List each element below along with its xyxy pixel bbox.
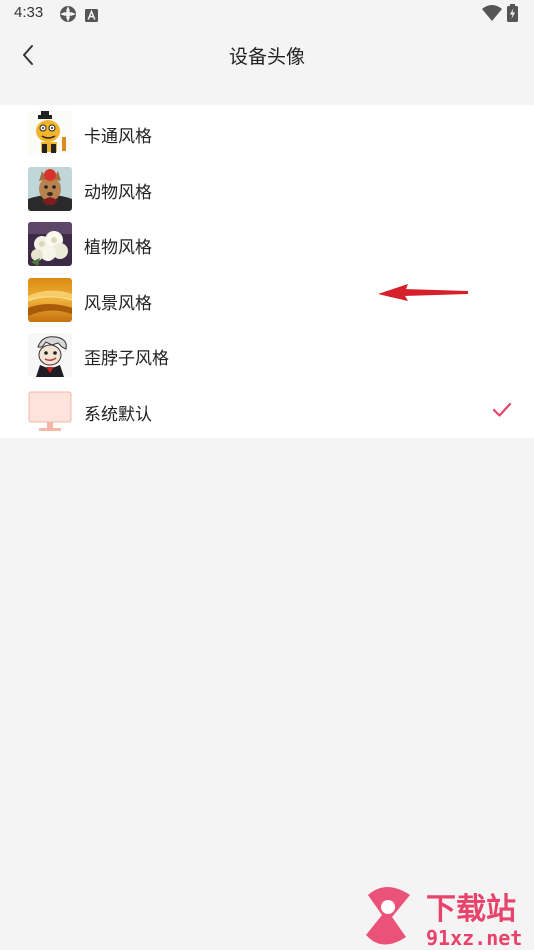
page-title: 设备头像 [228, 46, 305, 68]
status-bar: 4:33 [0, 0, 534, 28]
annotation-arrow-icon [378, 284, 468, 301]
list-item-crooked-neck-style[interactable]: 歪脖子风格 [0, 327, 534, 383]
avatar-style-list: 卡通风格 动物风格 植物风格 风景风格 歪脖子风格 系统默认 [0, 105, 534, 438]
list-item-label: 卡通风格 [84, 127, 152, 147]
watermark-domain: 91xz.net [426, 926, 522, 950]
list-item-label: 植物风格 [84, 238, 152, 258]
list-item-label: 歪脖子风格 [84, 349, 169, 369]
settings-circle-icon [59, 5, 77, 27]
list-item-label: 风景风格 [84, 293, 152, 314]
plant-thumbnail [28, 222, 72, 266]
list-item-label: 系统默认 [84, 404, 152, 425]
list-item-label: 动物风格 [84, 182, 152, 203]
watermark-brand: 下载站 [426, 892, 516, 927]
list-item-plant-style[interactable]: 植物风格 [0, 216, 534, 272]
cartoon-thumbnail [28, 111, 72, 155]
a-box-icon [85, 7, 98, 26]
wifi-icon [482, 5, 502, 25]
monitor-thumbnail [28, 388, 72, 433]
scenery-thumbnail [28, 277, 72, 322]
list-item-animal-style[interactable]: 动物风格 [0, 161, 534, 217]
battery-charging-icon [507, 4, 518, 26]
status-time: 4:33 [14, 4, 44, 21]
app-bar: 设备头像 [0, 28, 534, 82]
crooked-neck-thumbnail [28, 333, 72, 377]
selected-check-icon [492, 402, 512, 417]
watermark: 下载站 91xz.net [360, 885, 534, 950]
list-item-cartoon-style[interactable]: 卡通风格 [0, 105, 534, 161]
animal-thumbnail [28, 166, 72, 211]
list-item-system-default[interactable]: 系统默认 [0, 383, 534, 439]
